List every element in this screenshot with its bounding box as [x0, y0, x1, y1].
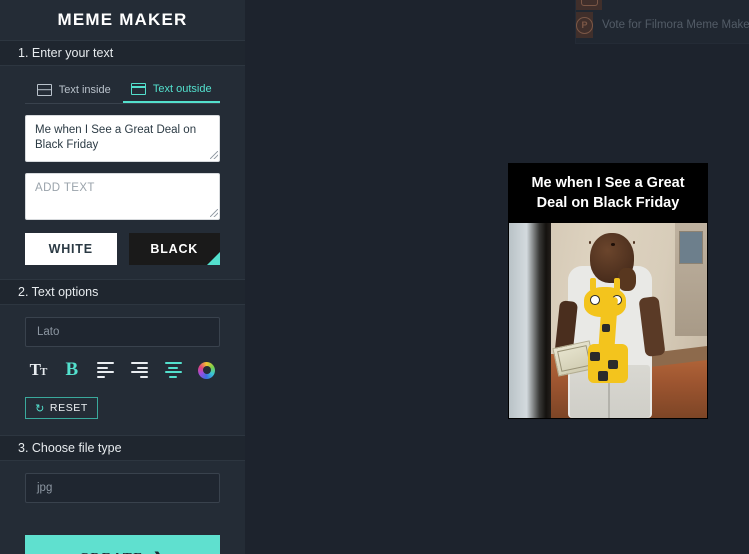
chevron-right-icon: ❯	[153, 550, 166, 554]
external-link-icon: ↗	[576, 0, 602, 10]
background-color-options: WHITE BLACK	[25, 233, 220, 265]
black-background-label: BLACK	[150, 242, 199, 256]
meme-caption: Me when I See a Great Deal on Black Frid…	[509, 164, 707, 223]
create-button[interactable]: CREATE ❯	[25, 535, 220, 554]
text-format-toolbar: TT B	[25, 359, 220, 381]
promo-row-label: Vote for Filmora Meme Maker on Product H…	[602, 19, 749, 31]
photo-giraffe-horn-left	[590, 277, 597, 292]
tab-text-outside-label: Text outside	[152, 82, 212, 95]
text-outside-icon	[130, 82, 146, 95]
photo-wall-picture	[679, 230, 704, 264]
color-wheel-icon[interactable]	[194, 359, 220, 381]
black-background-button[interactable]: BLACK	[128, 233, 220, 265]
tab-text-inside-label: Text inside	[58, 83, 111, 96]
page-title: MEME MAKER	[0, 0, 245, 40]
file-type-select[interactable]: jpg	[25, 473, 220, 503]
white-background-button[interactable]: WHITE	[25, 233, 117, 265]
meme-preview[interactable]: Me when I See a Great Deal on Black Frid…	[509, 164, 707, 418]
sidebar-panel: MEME MAKER 1. Enter your text Text insid…	[0, 0, 245, 554]
promo-row-label: Visit Filmora Video Trimmer per Day	[602, 0, 749, 3]
photo-giraffe-spot	[598, 371, 608, 381]
section-body-file-type: jpg CREATE ❯	[0, 473, 245, 554]
photo-child-hand	[617, 267, 636, 292]
section-header-file-type: 3. Choose file type	[0, 435, 245, 461]
section-body-text-options: Lato TT B ↻ RESET	[0, 317, 245, 419]
reset-button[interactable]: ↻ RESET	[25, 397, 98, 419]
photo-giraffe-spot	[602, 324, 610, 333]
align-left-icon[interactable]	[93, 359, 119, 381]
canvas-area: Me when I See a Great Deal on Black Frid…	[245, 0, 749, 554]
product-hunt-icon: P	[576, 12, 593, 38]
reset-button-label: RESET	[49, 402, 88, 414]
font-select[interactable]: Lato	[25, 317, 220, 347]
photo-giraffe-eye-left	[590, 295, 601, 305]
text-inside-icon	[36, 83, 52, 96]
text-placement-tabs: Text inside Text outside	[25, 76, 220, 104]
selected-corner-icon	[207, 252, 220, 265]
photo-giraffe-horn-right	[613, 277, 620, 292]
tab-text-inside[interactable]: Text inside	[25, 76, 123, 103]
section-header-enter-text: 1. Enter your text	[0, 40, 245, 66]
tab-text-outside[interactable]: Text outside	[122, 76, 220, 103]
refresh-icon: ↻	[35, 402, 45, 415]
top-text-field-wrap	[25, 115, 220, 162]
font-size-icon[interactable]: TT	[25, 359, 51, 381]
meme-photo	[509, 223, 707, 418]
align-center-icon[interactable]	[160, 359, 186, 381]
photo-giraffe-spot	[590, 351, 601, 362]
promo-overlay-panel[interactable]: ↗ Visit Filmora Video Trimmer per Day +2…	[575, 0, 749, 44]
section-body-enter-text: Text inside Text outside WHITE BLACK	[0, 76, 245, 265]
bottom-text-input[interactable]	[25, 173, 220, 220]
create-button-label: CREATE	[79, 550, 144, 554]
section-header-text-options: 2. Text options	[0, 279, 245, 305]
align-right-icon[interactable]	[126, 359, 152, 381]
top-text-input[interactable]	[25, 115, 220, 162]
meme-caption-line-1: Me when I See a Great	[531, 175, 685, 191]
bold-icon[interactable]: B	[59, 359, 85, 381]
photo-smile	[610, 242, 615, 246]
promo-row[interactable]: ↗ Visit Filmora Video Trimmer per Day +2…	[576, 0, 749, 11]
promo-row[interactable]: P Vote for Filmora Meme Maker on Product…	[576, 11, 749, 39]
meme-caption-line-2: Deal on Black Friday	[536, 195, 680, 211]
photo-door-frame	[509, 223, 551, 418]
photo-giraffe-spot	[608, 359, 618, 370]
bottom-text-field-wrap	[25, 173, 220, 220]
